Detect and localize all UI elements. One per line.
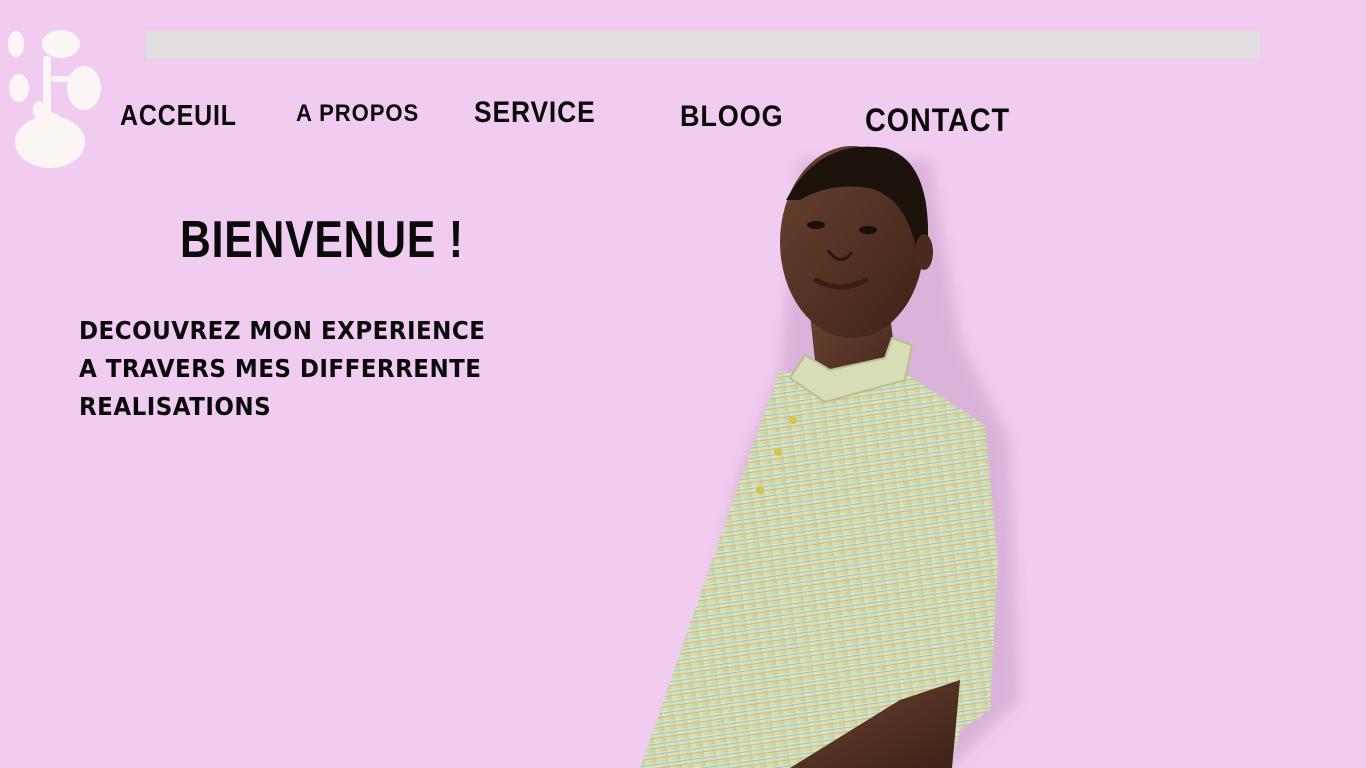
nav-item-contact[interactable]: CONTACT <box>865 102 1010 139</box>
intro-line: DECOUVREZ MON EXPERIENCE <box>79 316 486 345</box>
nav-item-accueil[interactable]: ACCEUIL <box>120 100 237 133</box>
tree-logo-icon[interactable] <box>4 26 108 170</box>
nav-item-a-propos[interactable]: A PROPOS <box>296 100 419 128</box>
intro-line: REALISATIONS <box>79 392 272 421</box>
page-title: BIENVENUE ! <box>180 211 464 269</box>
nav-item-blog[interactable]: BLOOG <box>680 100 784 134</box>
intro-text: DECOUVREZ MON EXPERIENCE A TRAVERS MES D… <box>79 312 557 426</box>
header-bar <box>146 31 1260 59</box>
nav-item-service[interactable]: SERVICE <box>474 96 596 130</box>
intro-line: A TRAVERS MES DIFFERRENTE <box>79 354 482 383</box>
person-portrait-image <box>640 146 1020 768</box>
